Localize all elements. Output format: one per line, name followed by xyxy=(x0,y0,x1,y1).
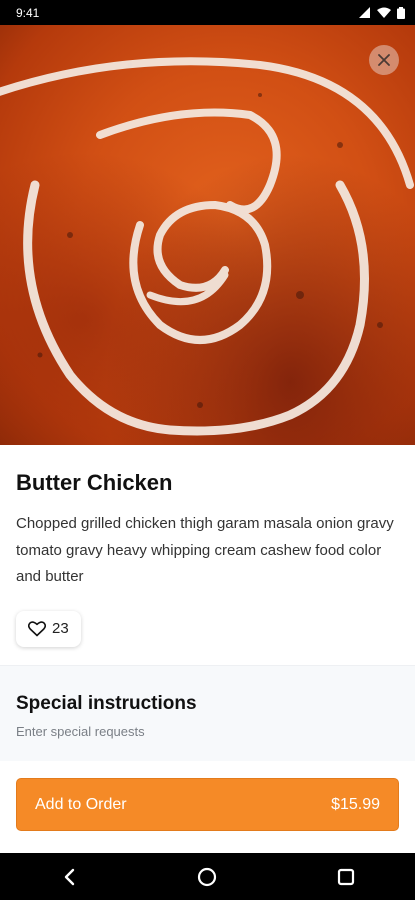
special-requests-input[interactable] xyxy=(16,724,399,739)
nav-recents-button[interactable] xyxy=(316,857,376,897)
status-icons xyxy=(359,6,405,19)
dish-description: Chopped grilled chicken thigh garam masa… xyxy=(16,515,394,585)
dish-photo xyxy=(0,25,415,445)
recents-nav-icon xyxy=(337,868,354,885)
nav-home-button[interactable] xyxy=(177,857,237,897)
wifi-icon xyxy=(377,7,391,18)
dish-title: Butter Chicken xyxy=(16,470,173,495)
close-button[interactable] xyxy=(369,45,399,75)
close-icon xyxy=(378,54,390,66)
system-nav-bar xyxy=(0,853,415,900)
add-to-order-button[interactable]: Add to Order $15.99 xyxy=(16,778,399,831)
status-time: 9:41 xyxy=(16,5,40,20)
nav-back-button[interactable] xyxy=(39,857,99,897)
home-nav-icon xyxy=(198,867,217,886)
status-bar: 9:41 xyxy=(0,0,415,25)
special-instructions-section: Special instructions xyxy=(0,665,415,761)
add-to-order-label: Add to Order xyxy=(35,795,127,813)
dish-details: Butter Chicken Chopped grilled chicken t… xyxy=(16,445,399,647)
order-price: $15.99 xyxy=(331,795,380,813)
battery-icon xyxy=(397,6,405,19)
dish-photo-cream-swirl xyxy=(0,57,414,436)
signal-icon xyxy=(359,7,370,18)
special-instructions-title: Special instructions xyxy=(16,693,197,714)
like-button[interactable]: 23 xyxy=(16,610,81,647)
like-count: 23 xyxy=(52,620,69,637)
heart-icon xyxy=(28,620,46,636)
back-nav-icon xyxy=(64,868,75,885)
